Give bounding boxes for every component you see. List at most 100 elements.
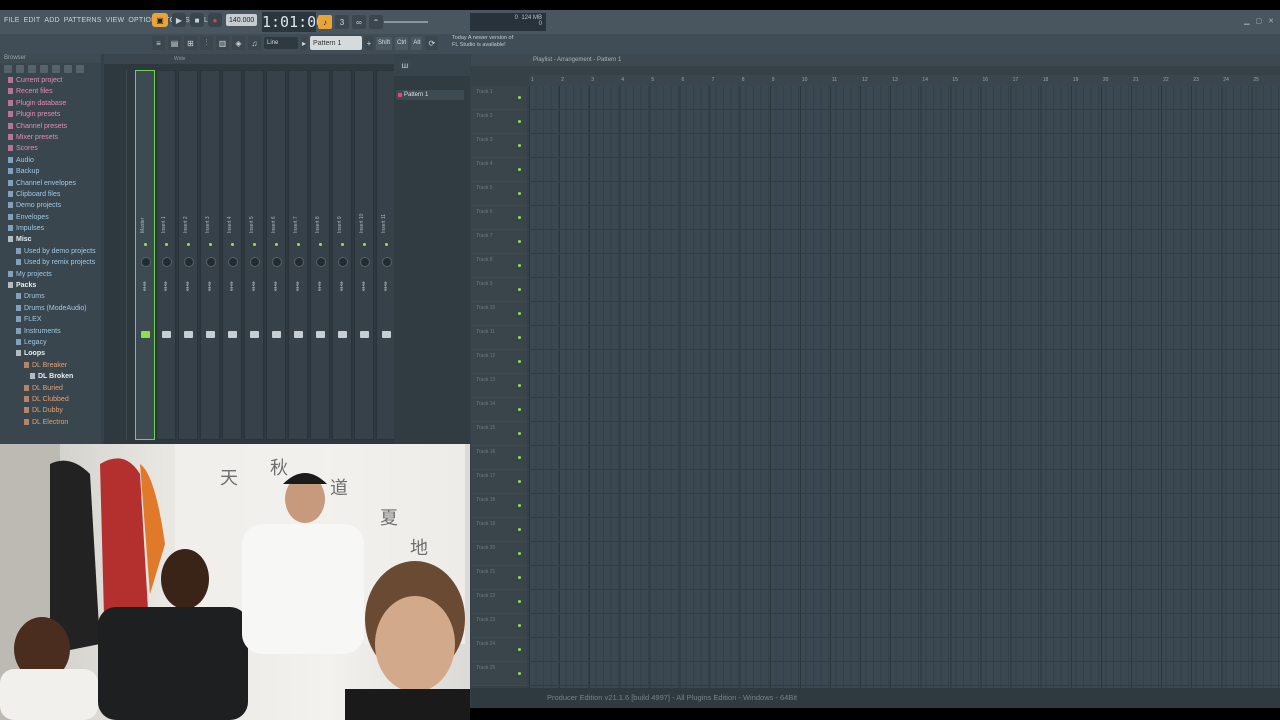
browser-item[interactable]: DL Buried — [0, 383, 101, 394]
stereo-arrows-icon[interactable]: ⇕ ⇕ — [251, 282, 256, 293]
strip-enable-led[interactable] — [165, 243, 168, 246]
news-panel[interactable]: Today A newer version of FL Studio is av… — [452, 35, 513, 49]
track-header[interactable]: Track 7 — [471, 230, 527, 254]
track-header[interactable]: Track 18 — [471, 494, 527, 518]
menu-edit[interactable]: EDIT — [24, 17, 41, 24]
browser-icon[interactable]: ▥ — [216, 36, 229, 50]
volume-fader[interactable] — [162, 331, 171, 338]
pan-knob[interactable] — [294, 257, 304, 267]
stereo-arrows-icon[interactable]: ⇕ ⇕ — [339, 282, 344, 293]
strip-enable-led[interactable] — [253, 243, 256, 246]
browser-item[interactable]: Plugin database — [0, 98, 101, 109]
track-mute-led[interactable] — [518, 144, 521, 147]
track-mute-led[interactable] — [518, 288, 521, 291]
play-button[interactable]: ▶ — [172, 13, 186, 27]
browser-item[interactable]: My projects — [0, 269, 101, 280]
track-mute-led[interactable] — [518, 168, 521, 171]
track-header[interactable]: Track 13 — [471, 374, 527, 398]
browser-item[interactable]: Plugin presets — [0, 109, 101, 120]
browser-item[interactable]: Loops — [0, 348, 101, 359]
browser-item[interactable]: Demo projects — [0, 200, 101, 211]
stereo-arrows-icon[interactable]: ⇕ ⇕ — [317, 282, 322, 293]
browser-item[interactable]: Channel envelopes — [0, 178, 101, 189]
mixer-strip-master[interactable]: Master ⇕ ⇕ — [135, 70, 155, 440]
mixer-strip-insert[interactable]: Insert 6 ⇕ ⇕ — [266, 70, 286, 440]
track-header[interactable]: Track 10 — [471, 302, 527, 326]
track-mute-led[interactable] — [518, 312, 521, 315]
pan-knob[interactable] — [228, 257, 238, 267]
volume-fader[interactable] — [228, 331, 237, 338]
alt-key[interactable]: Alt — [411, 36, 423, 50]
track-mute-led[interactable] — [518, 552, 521, 555]
browser-item[interactable]: Recent files — [0, 86, 101, 97]
strip-enable-led[interactable] — [187, 243, 190, 246]
track-header[interactable]: Track 23 — [471, 614, 527, 638]
menu-add[interactable]: ADD — [44, 17, 59, 24]
track-header[interactable]: Track 22 — [471, 590, 527, 614]
browser-item[interactable]: DL Breaker — [0, 360, 101, 371]
track-mute-led[interactable] — [518, 624, 521, 627]
volume-fader[interactable] — [250, 331, 259, 338]
arrow-right-icon[interactable]: ▸ — [301, 36, 307, 50]
playlist-icon[interactable]: ≡ — [152, 36, 165, 50]
volume-fader[interactable] — [316, 331, 325, 338]
browser-back-icon[interactable] — [28, 65, 36, 73]
pattern-list-item[interactable]: Pattern 1 — [396, 90, 464, 100]
minimize-icon[interactable]: ▁ — [1244, 17, 1249, 25]
stereo-arrows-icon[interactable]: ⇕ ⇕ — [207, 282, 212, 293]
track-header[interactable]: Track 1 — [471, 86, 527, 110]
volume-fader[interactable] — [272, 331, 281, 338]
volume-fader[interactable] — [382, 331, 391, 338]
track-mute-led[interactable] — [518, 576, 521, 579]
menu-view[interactable]: VIEW — [106, 17, 125, 24]
mixer-strip-insert[interactable]: Insert 7 ⇕ ⇕ — [288, 70, 308, 440]
news-icon[interactable]: ⟳ — [425, 36, 439, 50]
close-icon[interactable]: ✕ — [1268, 17, 1274, 25]
strip-enable-led[interactable] — [209, 243, 212, 246]
track-mute-led[interactable] — [518, 384, 521, 387]
pan-knob[interactable] — [272, 257, 282, 267]
shift-key[interactable]: Shift — [376, 36, 393, 50]
strip-enable-led[interactable] — [231, 243, 234, 246]
browser-item[interactable]: DL Dubby — [0, 405, 101, 416]
track-header[interactable]: Track 2 — [471, 110, 527, 134]
countdown-icon[interactable]: ⌃ — [369, 15, 383, 29]
browser-item[interactable]: Backup — [0, 166, 101, 177]
track-header[interactable]: Track 19 — [471, 518, 527, 542]
menu-file[interactable]: FILE — [4, 17, 20, 24]
browser-collapse-icon[interactable] — [16, 65, 24, 73]
browser-item[interactable]: Impulses — [0, 223, 101, 234]
browser-item[interactable]: Used by demo projects — [0, 246, 101, 257]
browser-item[interactable]: DL Broken — [0, 371, 101, 382]
strip-enable-led[interactable] — [341, 243, 344, 246]
track-mute-led[interactable] — [518, 600, 521, 603]
volume-fader[interactable] — [206, 331, 215, 338]
track-header[interactable]: Track 11 — [471, 326, 527, 350]
track-mute-led[interactable] — [518, 504, 521, 507]
browser-item[interactable]: Channel presets — [0, 121, 101, 132]
stereo-arrows-icon[interactable]: ⇕ ⇕ — [295, 282, 300, 293]
track-mute-led[interactable] — [518, 120, 521, 123]
track-mute-led[interactable] — [518, 192, 521, 195]
track-mute-led[interactable] — [518, 264, 521, 267]
pan-knob[interactable] — [338, 257, 348, 267]
volume-fader[interactable] — [184, 331, 193, 338]
track-mute-led[interactable] — [518, 528, 521, 531]
arrangement-grid[interactable] — [529, 86, 1280, 688]
pan-knob[interactable] — [382, 257, 392, 267]
track-mute-led[interactable] — [518, 480, 521, 483]
pan-knob[interactable] — [360, 257, 370, 267]
track-header[interactable]: Track 9 — [471, 278, 527, 302]
track-mute-led[interactable] — [518, 648, 521, 651]
browser-star-icon[interactable] — [76, 65, 84, 73]
mixer-strip-insert[interactable]: Insert 3 ⇕ ⇕ — [200, 70, 220, 440]
browser-item[interactable]: DL Electron — [0, 417, 101, 428]
browser-item[interactable]: Current project — [0, 75, 101, 86]
stereo-arrows-icon[interactable]: ⇕ ⇕ — [361, 282, 366, 293]
browser-item[interactable]: Mixer presets — [0, 132, 101, 143]
pan-knob[interactable] — [141, 257, 151, 267]
stereo-arrows-icon[interactable]: ⇕ ⇕ — [383, 282, 388, 293]
volume-fader[interactable] — [360, 331, 369, 338]
pan-knob[interactable] — [250, 257, 260, 267]
browser-item[interactable]: Drums (ModeAudio) — [0, 303, 101, 314]
